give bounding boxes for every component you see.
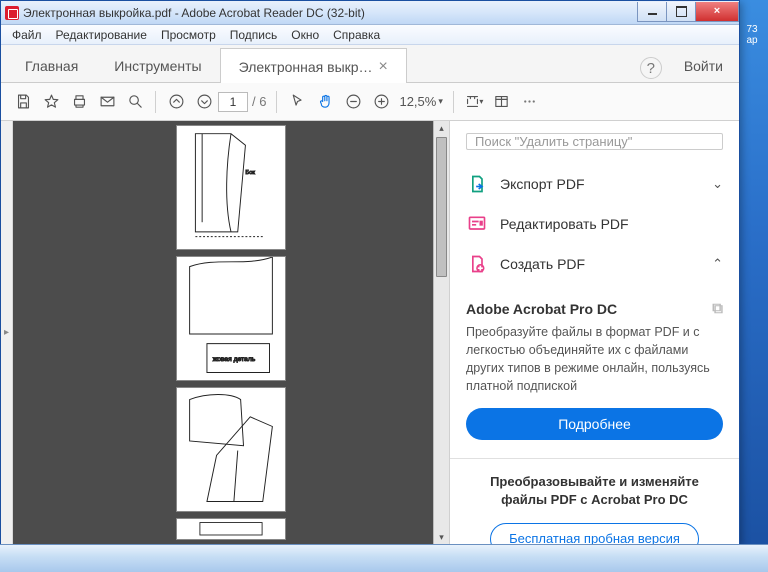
help-button[interactable]: ? [640, 57, 662, 79]
login-button[interactable]: Войти [668, 48, 739, 82]
maximize-button[interactable] [666, 2, 696, 22]
svg-text:Бок: Бок [245, 170, 255, 176]
edit-pdf-icon [466, 214, 488, 234]
minimize-button[interactable] [637, 2, 667, 22]
search-icon[interactable] [121, 88, 149, 116]
close-button[interactable]: × [695, 2, 739, 22]
close-tab-icon[interactable]: × [379, 62, 388, 72]
menu-file[interactable]: Файл [5, 26, 49, 44]
content-area: ▸ Бок жовая деталь [1, 121, 739, 544]
tool-label: Экспорт PDF [500, 176, 712, 192]
tab-home[interactable]: Главная [7, 48, 96, 82]
create-pdf-icon [466, 254, 488, 274]
search-input[interactable]: Поиск "Удалить страницу" [466, 133, 723, 150]
page-view[interactable]: Бок жовая деталь ▴▾ [13, 121, 449, 544]
star-icon[interactable] [37, 88, 65, 116]
fit-width-icon[interactable]: ▾ [460, 88, 488, 116]
menu-window[interactable]: Окно [284, 26, 326, 44]
zoom-select[interactable]: 12,5% ▾ [395, 94, 446, 109]
page-total: / 6 [252, 94, 266, 109]
tab-row: Главная Инструменты Электронная выкр… × … [1, 45, 739, 83]
page-thumbnail[interactable] [176, 387, 286, 512]
tab-document[interactable]: Электронная выкр… × [220, 48, 407, 83]
page-down-icon[interactable] [190, 88, 218, 116]
chevron-down-icon: ⌄ [712, 176, 723, 192]
zoom-in-icon[interactable] [367, 88, 395, 116]
read-mode-icon[interactable] [488, 88, 516, 116]
tool-label: Создать PDF [500, 256, 712, 272]
menu-view[interactable]: Просмотр [154, 26, 223, 44]
tool-export-pdf[interactable]: Экспорт PDF ⌄ [466, 164, 723, 204]
learn-more-button[interactable]: Подробнее [466, 408, 723, 440]
tab-document-label: Электронная выкр… [239, 59, 373, 75]
svg-text:жовая деталь: жовая деталь [213, 356, 256, 363]
chevron-up-icon: ⌃ [712, 256, 723, 272]
menu-edit[interactable]: Редактирование [49, 26, 154, 44]
menubar: Файл Редактирование Просмотр Подпись Окн… [1, 25, 739, 45]
tool-create-pdf[interactable]: Создать PDF ⌃ [466, 244, 723, 284]
app-window: Электронная выкройка.pdf - Adobe Acrobat… [0, 0, 740, 545]
desktop-icon[interactable]: 73ар [742, 24, 762, 46]
promo-block: Adobe Acrobat Pro DC ⧉ Преобразуйте файл… [466, 292, 723, 450]
right-panel: Поиск "Удалить страницу" Экспорт PDF ⌄ Р… [449, 121, 739, 544]
copy-icon[interactable]: ⧉ [712, 300, 723, 317]
zoom-out-icon[interactable] [339, 88, 367, 116]
page-thumbnail[interactable]: Бок [176, 125, 286, 250]
menu-sign[interactable]: Подпись [223, 26, 285, 44]
taskbar[interactable] [0, 544, 768, 572]
mail-icon[interactable] [93, 88, 121, 116]
hand-tool-icon[interactable] [311, 88, 339, 116]
page-up-icon[interactable] [162, 88, 190, 116]
promo-heading: Adobe Acrobat Pro DC [466, 301, 617, 317]
more-tools-icon[interactable] [516, 88, 544, 116]
promo-trial-block: Преобразовывайте и изменяйте файлы PDF с… [450, 458, 739, 545]
toolbar: / 6 12,5% ▾ ▾ [1, 83, 739, 121]
titlebar: Электронная выкройка.pdf - Adobe Acrobat… [1, 1, 739, 25]
promo-trial-heading: Преобразовывайте и изменяйте файлы PDF с… [466, 473, 723, 509]
page-current-input[interactable] [218, 92, 248, 112]
page-thumbnail[interactable]: жовая деталь [176, 256, 286, 381]
select-tool-icon[interactable] [283, 88, 311, 116]
vertical-scrollbar[interactable]: ▴▾ [433, 121, 449, 544]
promo-text: Преобразуйте файлы в формат PDF и с легк… [466, 323, 723, 396]
export-pdf-icon [466, 174, 488, 194]
tab-tools[interactable]: Инструменты [96, 48, 219, 82]
save-icon[interactable] [9, 88, 37, 116]
window-title: Электронная выкройка.pdf - Adobe Acrobat… [23, 6, 638, 20]
left-collapse-handle[interactable]: ▸ [1, 121, 13, 544]
print-icon[interactable] [65, 88, 93, 116]
free-trial-button[interactable]: Бесплатная пробная версия [490, 523, 699, 544]
menu-help[interactable]: Справка [326, 26, 387, 44]
app-icon [5, 6, 19, 20]
page-thumbnail[interactable] [176, 518, 286, 540]
tool-label: Редактировать PDF [500, 216, 723, 232]
tool-edit-pdf[interactable]: Редактировать PDF [466, 204, 723, 244]
